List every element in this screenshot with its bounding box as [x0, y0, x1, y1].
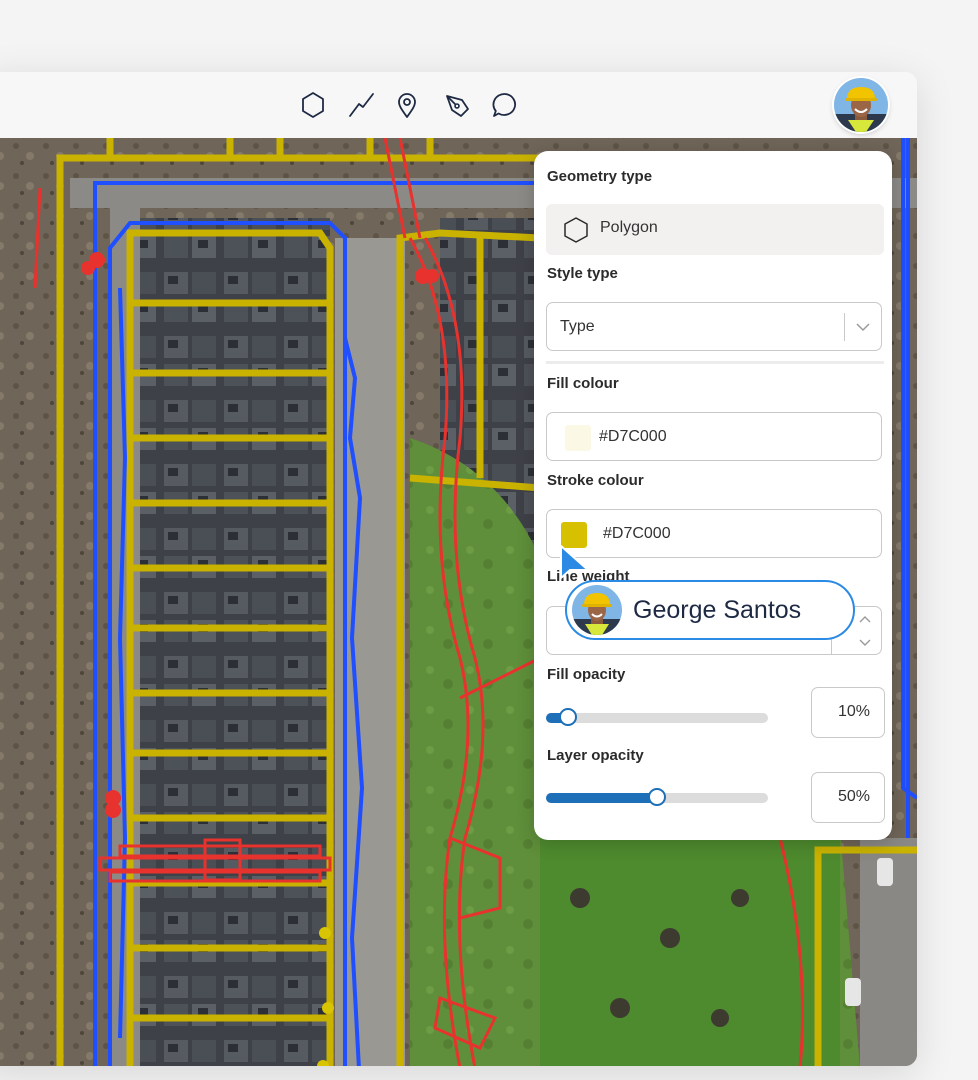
- polygon-tool-button[interactable]: [298, 90, 328, 120]
- map-pin-icon: [398, 93, 416, 118]
- chevron-down-icon: [856, 323, 870, 332]
- divider: [546, 361, 884, 364]
- style-type-label: Style type: [547, 265, 618, 282]
- fill-colour-swatch[interactable]: [565, 425, 591, 451]
- comment-tool-button[interactable]: [490, 90, 520, 120]
- fill-colour-field[interactable]: #D7C000: [546, 412, 882, 461]
- geometry-type-field[interactable]: Polygon: [546, 204, 884, 255]
- layer-opacity-slider[interactable]: [546, 788, 768, 806]
- layer-opacity-slider-fill: [546, 793, 657, 803]
- worker-avatar-icon: [572, 585, 622, 635]
- pin-tool-button[interactable]: [392, 90, 422, 120]
- collaborator-avatar: [572, 585, 622, 635]
- stroke-colour-label: Stroke colour: [547, 472, 644, 489]
- line-tool-button[interactable]: [346, 90, 376, 120]
- layer-opacity-value: 50%: [837, 788, 870, 805]
- stroke-colour-field[interactable]: #D7C000: [546, 509, 882, 558]
- fill-opacity-slider-thumb[interactable]: [559, 708, 578, 726]
- collaborator-cursor-icon: [560, 545, 589, 579]
- fill-opacity-input[interactable]: 10%: [811, 687, 885, 738]
- fill-opacity-label: Fill opacity: [547, 666, 626, 683]
- layer-opacity-slider-thumb[interactable]: [648, 788, 666, 806]
- fill-opacity-value: 10%: [837, 703, 870, 720]
- style-type-placeholder: Type: [560, 318, 595, 335]
- user-avatar[interactable]: [834, 78, 888, 132]
- dropdown-separator: [844, 313, 845, 341]
- layer-opacity-input[interactable]: 50%: [811, 772, 885, 823]
- toolbar: [0, 72, 917, 139]
- comment-icon: [492, 93, 516, 117]
- chevron-down-icon[interactable]: [857, 635, 873, 651]
- style-properties-panel: Geometry type Polygon Style type Type Fi…: [534, 151, 892, 840]
- fill-colour-value: #D7C000: [599, 428, 667, 445]
- pen-tool-button[interactable]: [442, 90, 472, 120]
- collaborator-chip: George Santos: [565, 580, 855, 640]
- style-type-select[interactable]: Type: [546, 302, 882, 351]
- line-icon: [349, 93, 374, 117]
- geometry-type-value: Polygon: [600, 219, 658, 236]
- layer-opacity-label: Layer opacity: [547, 747, 644, 764]
- collaborator-name: George Santos: [633, 596, 802, 624]
- fill-colour-label: Fill colour: [547, 375, 619, 392]
- fill-opacity-slider[interactable]: [546, 708, 768, 726]
- chevron-up-icon[interactable]: [857, 611, 873, 627]
- stroke-colour-value: #D7C000: [603, 525, 671, 542]
- polygon-icon: [302, 92, 324, 118]
- geometry-type-label: Geometry type: [547, 168, 653, 185]
- pen-icon: [446, 95, 469, 117]
- worker-avatar-icon: [834, 78, 888, 132]
- polygon-icon: [564, 217, 588, 243]
